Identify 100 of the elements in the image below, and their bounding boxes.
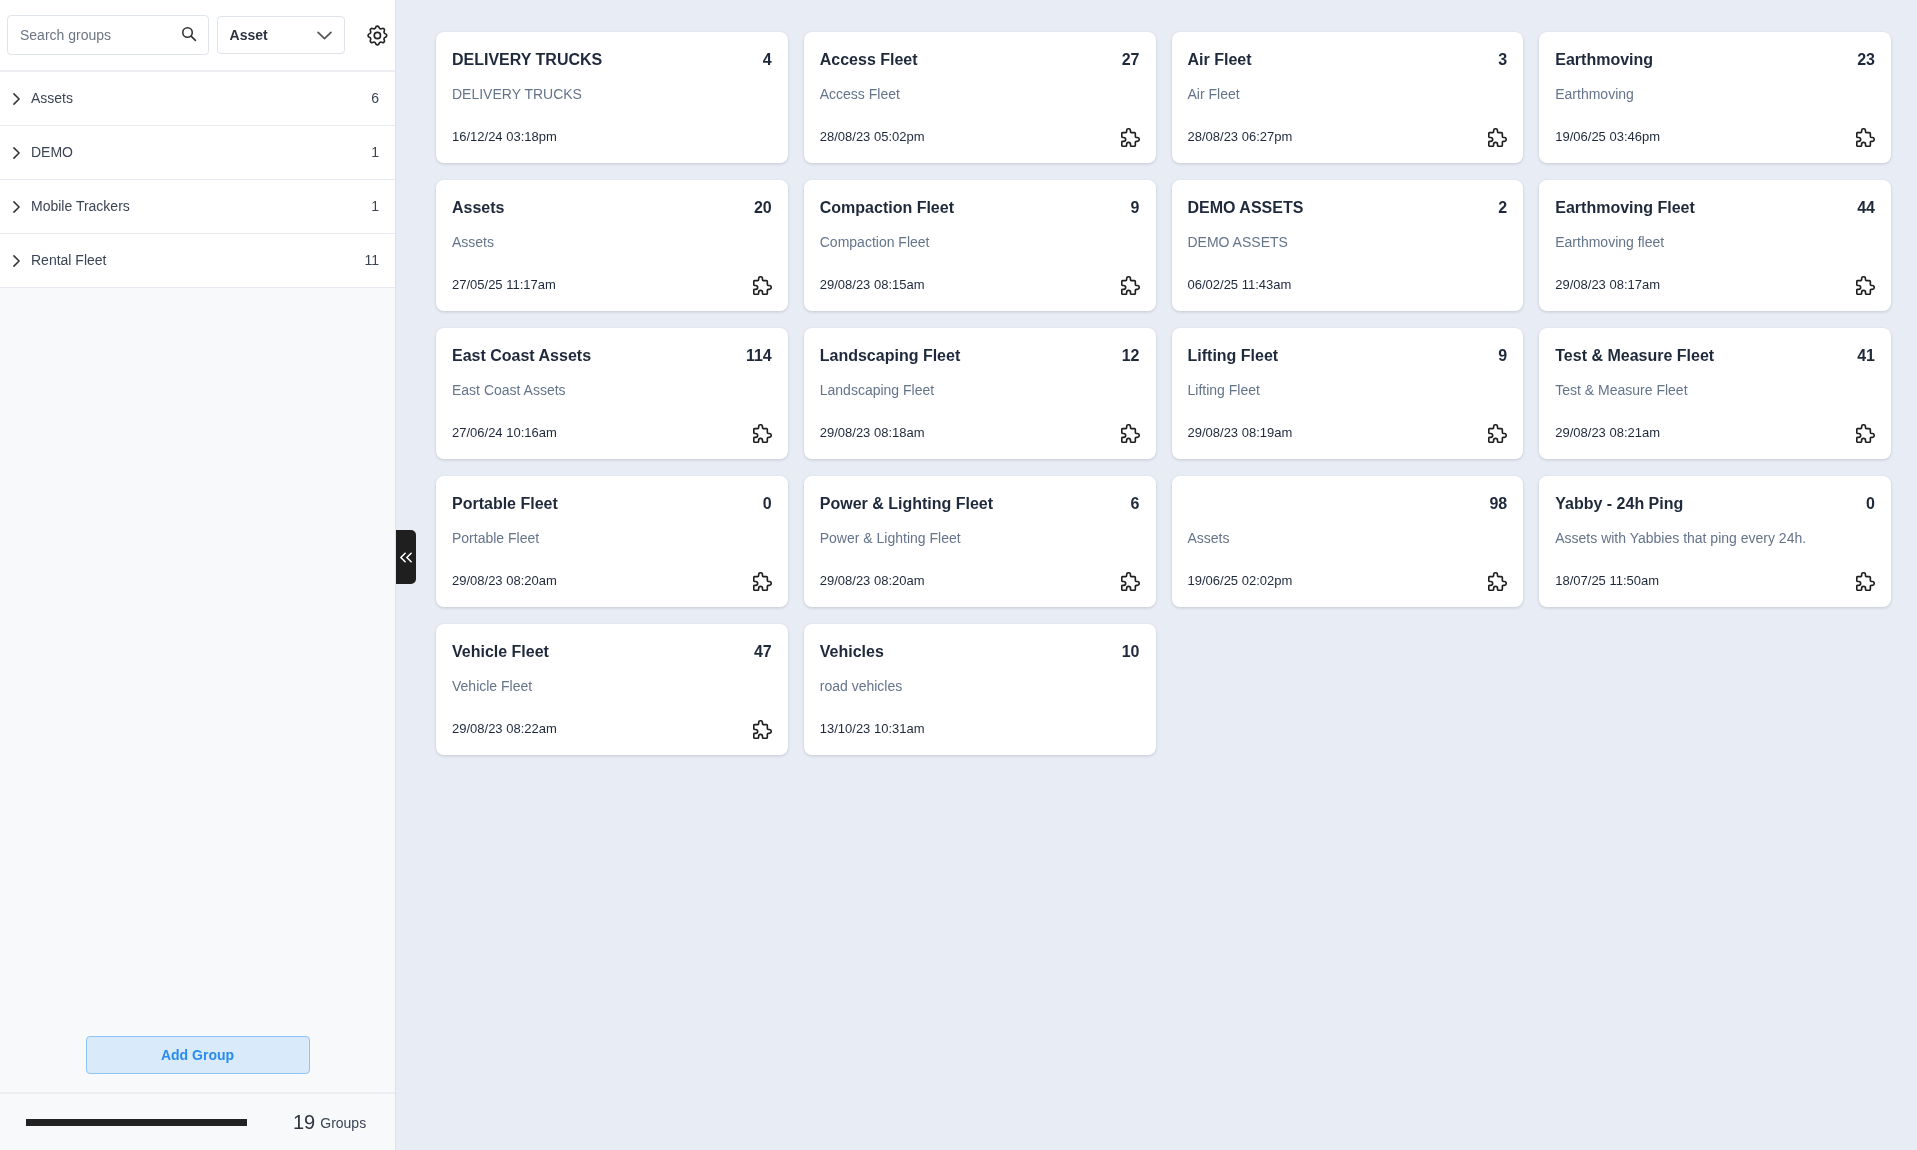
group-description: Assets with Yabbies that ping every 24h.	[1555, 529, 1808, 548]
search-icon[interactable]	[181, 27, 197, 42]
updated-date: 29/08/23 08:21am	[1555, 424, 1661, 443]
asset-count: 44	[1857, 198, 1875, 218]
group-description: Air Fleet	[1187, 85, 1241, 104]
asset-count: 20	[753, 198, 772, 218]
group-description: Landscaping Fleet	[819, 381, 936, 400]
asset-count: 27	[1121, 50, 1140, 70]
group-card[interactable]: Power & Lighting Fleet 6 Power & Lighting Fleet 29/08/23 08:20am	[803, 476, 1156, 607]
group-description: DEMO ASSETS	[1187, 233, 1289, 252]
asset-count: 12	[1121, 346, 1140, 366]
group-title: Earthmoving Fleet	[1555, 198, 1695, 218]
updated-date: 29/08/23 08:20am	[452, 572, 557, 591]
group-description: Lifting Fleet	[1187, 381, 1261, 400]
group-card[interactable]: Lifting Fleet 9 Lifting Fleet 29/08/23 08:19am	[1171, 328, 1524, 459]
group-title: Earthmoving	[1555, 50, 1654, 70]
group-description: road vehicles	[819, 677, 904, 696]
group-card[interactable]: DELIVERY TRUCKS 4 DELIVERY TRUCKS 16/12/24 03:18pm	[436, 32, 788, 163]
updated-date: 29/08/23 08:22am	[452, 720, 557, 739]
search-field[interactable]: Search groups	[7, 15, 209, 55]
group-card[interactable]: Yabby - 24h Ping 0 Assets with Yabbies that ping every 24h. 18/07/25 11:50am	[1539, 476, 1891, 607]
group-description: Portable Fleet	[452, 529, 541, 548]
collapse-sidebar-button[interactable]	[396, 530, 416, 584]
group-description: Vehicle Fleet	[452, 677, 534, 696]
group-title: Compaction Fleet	[819, 198, 954, 218]
group-card[interactable]: Landscaping Fleet 12 Landscaping Fleet 29/08/23 08:18am	[803, 328, 1156, 459]
group-title: Assets	[452, 198, 505, 218]
group-description: East Coast Assets	[452, 381, 567, 400]
asset-count: 9	[1498, 346, 1508, 366]
group-card[interactable]: Earthmoving 23 Earthmoving 19/06/25 03:46pm	[1539, 32, 1891, 163]
updated-date: 28/08/23 05:02pm	[819, 128, 925, 147]
group-title: DELIVERY TRUCKS	[452, 50, 603, 70]
double-chevron-left-icon	[400, 551, 412, 563]
asset-count: 0	[1866, 494, 1875, 514]
updated-date: 27/06/24 10:16am	[452, 424, 557, 443]
group-card[interactable]: Test & Measure Fleet 41 Test & Measure Fleet 29/08/23 08:21am	[1539, 328, 1891, 459]
group-card[interactable]: 98 Assets 19/06/25 02:02pm	[1171, 476, 1524, 607]
type-dropdown[interactable]: Asset	[216, 16, 346, 54]
asset-count: 2	[1498, 198, 1508, 218]
group-card[interactable]: Earthmoving Fleet 44 Earthmoving fleet 29/08/23 08:17am	[1539, 180, 1891, 311]
group-description: Earthmoving	[1555, 85, 1635, 104]
asset-count: 114	[745, 346, 772, 366]
group-name: Rental Fleet	[31, 251, 108, 270]
asset-count: 6	[1130, 494, 1140, 514]
group-card[interactable]: Air Fleet 3 Air Fleet 28/08/23 06:27pm	[1171, 32, 1524, 163]
group-name: Assets	[31, 89, 74, 108]
asset-count: 3	[1498, 50, 1508, 70]
updated-date: 18/07/25 11:50am	[1555, 572, 1660, 591]
updated-date: 06/02/25 11:43am	[1187, 276, 1292, 295]
group-card[interactable]: East Coast Assets 114 East Coast Assets 27/06/24 10:16am	[436, 328, 788, 459]
asset-count: 4	[762, 50, 772, 70]
group-title: Portable Fleet	[452, 494, 558, 514]
group-card[interactable]: DEMO ASSETS 2 DEMO ASSETS 06/02/25 11:43am	[1171, 180, 1524, 311]
updated-date: 29/08/23 08:15am	[819, 276, 925, 295]
updated-date: 13/10/23 10:31am	[819, 720, 925, 739]
group-title: Power & Lighting Fleet	[819, 494, 994, 514]
group-title: Vehicles	[819, 642, 884, 662]
group-count: 6	[371, 89, 379, 108]
group-list-item[interactable]: Rental Fleet 11	[0, 234, 395, 288]
settings-icon[interactable]	[367, 24, 388, 46]
updated-date: 27/05/25 11:17am	[452, 276, 556, 295]
chevron-down-icon	[317, 30, 333, 40]
updated-date: 29/08/23 08:18am	[819, 424, 925, 443]
updated-date: 19/06/25 02:02pm	[1187, 572, 1293, 591]
asset-count: 41	[1857, 346, 1875, 366]
group-title: Landscaping Fleet	[819, 346, 961, 366]
updated-date: 19/06/25 03:46pm	[1555, 128, 1661, 147]
group-card[interactable]: Vehicle Fleet 47 Vehicle Fleet 29/08/23 08:22am	[436, 624, 788, 755]
group-card[interactable]: Assets 20 Assets 27/05/25 11:17am	[436, 180, 788, 311]
group-description: Earthmoving fleet	[1555, 233, 1666, 252]
group-count: 1	[371, 143, 379, 162]
group-name: DEMO	[31, 143, 74, 162]
group-description: Access Fleet	[819, 85, 901, 104]
group-description: DELIVERY TRUCKS	[452, 85, 583, 104]
group-card[interactable]: Portable Fleet 0 Portable Fleet 29/08/23 08:20am	[436, 476, 788, 607]
group-title: Air Fleet	[1187, 50, 1252, 70]
updated-date: 29/08/23 08:19am	[1187, 424, 1293, 443]
group-card[interactable]: Vehicles 10 road vehicles 13/10/23 10:31am	[803, 624, 1156, 755]
group-list-item[interactable]: Assets 6	[0, 72, 395, 126]
group-description: Test & Measure Fleet	[1555, 381, 1689, 400]
group-description: Compaction Fleet	[819, 233, 931, 252]
updated-date: 29/08/23 08:17am	[1555, 276, 1661, 295]
group-list-item[interactable]: Mobile Trackers 1	[0, 180, 395, 234]
group-title: Yabby - 24h Ping	[1555, 494, 1684, 514]
group-title: DEMO ASSETS	[1187, 198, 1304, 218]
group-description: Power & Lighting Fleet	[819, 529, 962, 548]
asset-count: 23	[1857, 50, 1875, 70]
updated-date: 16/12/24 03:18pm	[452, 128, 557, 147]
group-title: Test & Measure Fleet	[1555, 346, 1715, 366]
asset-count: 9	[1130, 198, 1140, 218]
group-description: Assets	[1187, 529, 1231, 548]
group-card[interactable]: Compaction Fleet 9 Compaction Fleet 29/08/23 08:15am	[803, 180, 1156, 311]
group-card[interactable]: Access Fleet 27 Access Fleet 28/08/23 05:02pm	[803, 32, 1156, 163]
updated-date: 28/08/23 06:27pm	[1187, 128, 1293, 147]
group-list-item[interactable]: DEMO 1	[0, 126, 395, 180]
group-title: Access Fleet	[819, 50, 918, 70]
group-title: Vehicle Fleet	[452, 642, 549, 662]
group-total: 19	[293, 1110, 316, 1135]
group-title: East Coast Assets	[452, 346, 592, 366]
group-count: 11	[364, 251, 379, 270]
